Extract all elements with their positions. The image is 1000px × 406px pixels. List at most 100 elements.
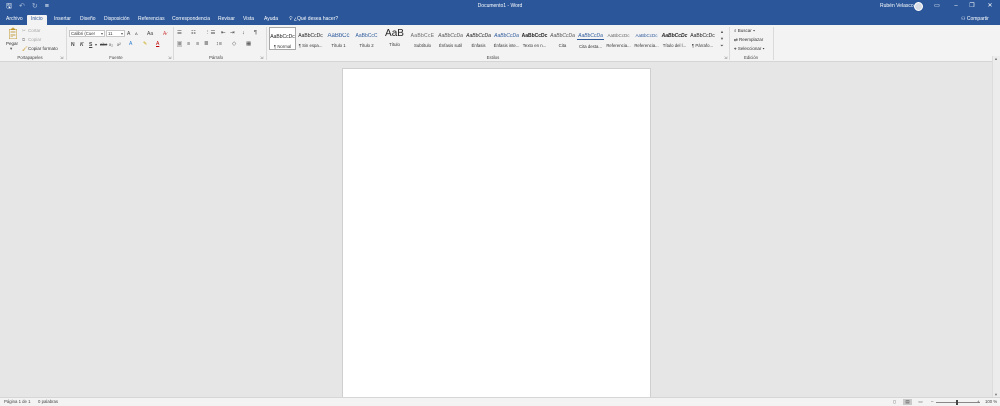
style-referencia-sutil[interactable]: AaBbCcDc Referencia... [605,27,632,50]
ribbon-display-options-icon[interactable]: ▭ [932,2,942,11]
align-left-icon[interactable]: ≡ [177,41,183,47]
align-center-icon[interactable]: ≡ [187,41,190,47]
justify-icon[interactable]: ≣ [204,41,209,47]
font-family-select[interactable]: Calibri (Cuer ▾ [69,30,105,37]
paste-dropdown-icon[interactable]: ▾ [10,46,12,52]
subscript-button[interactable]: x₂ [109,42,113,48]
read-mode-icon[interactable]: ▯ [890,399,899,405]
underline-button[interactable]: S [89,42,92,48]
user-name[interactable]: Rubén Velasco [880,3,914,9]
cut-button[interactable]: Cortar [28,28,41,33]
zoom-out-icon[interactable]: – [931,399,933,405]
close-icon[interactable]: ✕ [985,2,995,11]
style-enfasis-intenso[interactable]: AaBbCcDa Énfasis inte... [493,27,520,50]
tab-ayuda[interactable]: Ayuda [260,15,282,25]
web-layout-icon[interactable]: ▭ [916,399,925,405]
paste-icon[interactable]: 📋︎ [6,28,20,40]
vertical-scrollbar[interactable]: ▲ ▼ [992,56,1000,397]
highlight-icon[interactable]: ✎ [143,41,147,47]
style-enfasis[interactable]: AaBbCcDa Énfasis [465,27,492,50]
style-enfasis-sutil[interactable]: AaBbCcDa Énfasis sutil [437,27,464,50]
shrink-font-icon[interactable]: A [135,31,138,37]
style-subtitulo[interactable]: AaBbCcE Subtítulo [409,27,436,50]
zoom-slider[interactable] [936,402,980,403]
style-name: Título 1 [331,43,346,48]
style-texto-negrita[interactable]: AaBbCcDc Texto en n... [521,27,548,50]
increase-indent-icon[interactable]: ⇥ [230,30,235,36]
borders-icon[interactable]: ▦ [246,41,251,47]
zoom-in-icon[interactable]: + [977,399,980,405]
scroll-up-icon[interactable]: ▲ [994,56,998,61]
tab-correspondencia[interactable]: Correspondencia [168,15,214,25]
multilevel-list-icon[interactable]: ⋮☰ [205,30,215,36]
clear-formatting-icon[interactable]: A̷ [163,31,166,37]
text-effects-icon[interactable]: A [129,41,132,47]
tab-disposicion[interactable]: Disposición [100,15,134,25]
tab-archivo[interactable]: Archivo [2,15,27,25]
select-button[interactable]: ⌖ Seleccionar ▾ [734,46,764,51]
style-name: Subtítulo [414,43,431,48]
font-launcher-icon[interactable]: ⇲ [168,55,171,60]
styles-gallery: AaBbCcDc ¶ Normal AaBbCcDc ¶ Sin espa...… [268,27,726,51]
document-page[interactable] [342,68,651,398]
style-normal[interactable]: AaBbCcDc ¶ Normal [269,27,296,50]
avatar[interactable] [914,2,923,11]
tab-revisar[interactable]: Revisar [214,15,239,25]
style-titulo-1[interactable]: AaBbCc Título 1 [325,27,352,50]
minimize-icon[interactable]: – [951,2,961,11]
page-count[interactable]: Página 1 de 1 [4,399,31,405]
format-painter-button[interactable]: Copiar formato [28,46,58,51]
font-color-icon[interactable]: A [156,41,159,47]
style-parrafo-lista[interactable]: AaBbCcDc ¶ Párrafo... [689,27,716,50]
word-count[interactable]: 0 palabras [38,399,58,405]
underline-dropdown-icon[interactable]: ▾ [95,42,97,48]
paragraph-launcher-icon[interactable]: ⇲ [260,55,263,60]
bullets-icon[interactable]: ☰ [177,30,182,36]
search-icon: ⌕ [734,28,737,33]
clipboard-launcher-icon[interactable]: ⇲ [60,55,63,60]
zoom-level[interactable]: 100 % [985,399,997,405]
style-titulo-2[interactable]: AaBbCcC Título 2 [353,27,380,50]
show-marks-icon[interactable]: ¶ [254,30,257,36]
tab-vista[interactable]: Vista [239,15,258,25]
superscript-button[interactable]: x² [117,42,121,48]
gallery-up-icon[interactable]: ▲ [720,28,724,35]
copy-button[interactable]: Copiar [28,37,41,42]
style-titulo[interactable]: AaB Título [381,27,408,50]
status-bar: Página 1 de 1 0 palabras ▯ ▤ ▭ – + 100 % [0,397,1000,406]
align-right-icon[interactable]: ≡ [196,41,199,47]
tab-inicio[interactable]: Inicio [27,15,47,25]
styles-launcher-icon[interactable]: ⇲ [724,55,727,60]
font-size-value: 11 [108,31,113,36]
bold-button[interactable]: N [71,42,75,48]
style-sin-espaciado[interactable]: AaBbCcDc ¶ Sin espa... [297,27,324,50]
sort-icon[interactable]: ↓ [242,30,245,36]
replace-button[interactable]: ⇄ Reemplazar [734,37,763,43]
tab-diseno[interactable]: Diseño [76,15,100,25]
shading-icon[interactable]: ◇ [232,41,236,47]
style-referencia-intensa[interactable]: AaBbCcDc Referencia... [633,27,660,50]
italic-button[interactable]: K [80,42,84,48]
style-cita[interactable]: AaBbCcDa Cita [549,27,576,50]
style-titulo-libro[interactable]: AaBbCcDc Título del l... [661,27,688,50]
tab-insertar[interactable]: Insertar [50,15,75,25]
change-case-icon[interactable]: Aa [147,31,153,37]
line-spacing-icon[interactable]: ↕≡ [216,41,222,47]
tab-referencias[interactable]: Referencias [134,15,169,25]
grow-font-icon[interactable]: A [127,31,130,37]
print-layout-icon[interactable]: ▤ [903,399,912,405]
find-button[interactable]: ⌕ Buscar ▾ [734,28,755,33]
restore-icon[interactable]: ❐ [967,2,977,11]
tell-me-box[interactable]: 💡︎ ¿Qué desea hacer? [285,15,342,25]
numbering-icon[interactable]: ☷ [191,30,196,36]
cursor-icon: ⌖ [734,46,737,51]
gallery-more-icon[interactable]: ⏷ [720,42,723,49]
share-button[interactable]: ⚇ Compartir [961,15,989,24]
strikethrough-button[interactable]: abc [100,42,107,48]
zoom-slider-thumb[interactable] [956,400,958,405]
style-cita-destacada[interactable]: AaBbCcDa Cita desta... [577,27,604,50]
decrease-indent-icon[interactable]: ⇤ [221,30,226,36]
person-icon: ⚇ [961,16,966,22]
gallery-down-icon[interactable]: ▼ [720,35,724,42]
font-size-select[interactable]: 11 ▾ [106,30,125,37]
